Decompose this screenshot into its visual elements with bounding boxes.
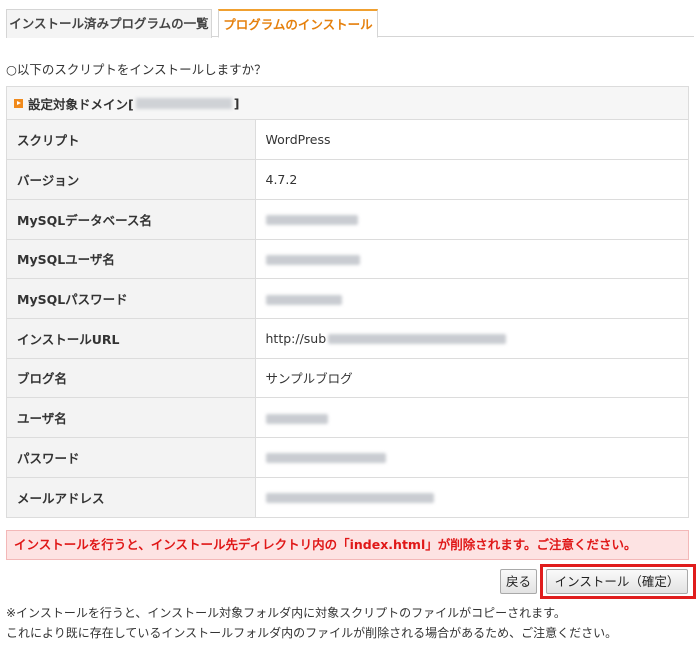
masked-value [265, 215, 358, 226]
table-row: バージョン 4.7.2 [7, 159, 688, 200]
row-value-script: WordPress [255, 120, 688, 161]
table-row: ブログ名 サンプルブログ [7, 358, 688, 399]
domain-label-prefix: 設定対象ドメイン[ [28, 96, 134, 112]
masked-value [265, 294, 342, 305]
row-label-password: パスワード [7, 437, 256, 478]
table-row: スクリプト WordPress [7, 120, 688, 161]
note-line-1: ※インストールを行うと、インストール対象フォルダ内に対象スクリプトのファイルがコ… [6, 606, 566, 620]
tab-bar: インストール済みプログラムの一覧 プログラムのインストール [6, 9, 694, 38]
settings-table: スクリプト WordPress バージョン 4.7.2 MySQLデータベース名… [7, 120, 688, 517]
tab-installed-programs[interactable]: インストール済みプログラムの一覧 [6, 9, 212, 38]
row-label-version: バージョン [7, 159, 256, 200]
masked-value [265, 493, 434, 504]
masked-value [265, 453, 386, 464]
table-row: パスワード [7, 437, 688, 478]
back-button[interactable]: 戻る [500, 569, 537, 594]
table-row: MySQLユーザ名 [7, 239, 688, 280]
install-confirm-button[interactable]: インストール（確定） [546, 569, 688, 594]
row-value-db-user [255, 239, 688, 280]
row-label-db-password: MySQLパスワード [7, 278, 256, 319]
row-label-install-url: インストールURL [7, 318, 256, 359]
table-row: MySQLパスワード [7, 278, 688, 319]
masked-value [328, 334, 507, 345]
row-label-db-name: MySQLデータベース名 [7, 199, 256, 240]
row-value-password [255, 437, 688, 478]
table-row: インストールURL http://sub [7, 318, 688, 359]
row-value-db-password [255, 278, 688, 319]
warning-message: インストールを行うと、インストール先ディレクトリ内の「index.html」が削… [6, 530, 689, 560]
row-value-version: 4.7.2 [255, 159, 688, 200]
masked-domain [135, 97, 232, 109]
row-label-blog-name: ブログ名 [7, 358, 256, 399]
domain-label-suffix: ] [233, 95, 240, 111]
row-label-db-user: MySQLユーザ名 [7, 239, 256, 280]
table-row: ユーザ名 [7, 397, 688, 438]
confirm-question: ○以下のスクリプトをインストールしますか？ [6, 62, 267, 77]
row-value-email [255, 477, 688, 517]
install-url-text: http://sub [265, 330, 327, 346]
table-row: MySQLデータベース名 [7, 199, 688, 240]
tab-install-program[interactable]: プログラムのインストール [218, 9, 378, 38]
row-value-username [255, 397, 688, 438]
row-label-email: メールアドレス [7, 477, 256, 517]
row-value-db-name [255, 199, 688, 240]
arrow-right-icon [14, 98, 23, 108]
table-row: メールアドレス [7, 477, 688, 517]
row-label-script: スクリプト [7, 120, 256, 161]
panel-header: 設定対象ドメイン[ ] [7, 87, 688, 120]
masked-value [265, 413, 328, 424]
note-line-2: これにより既に存在しているインストールフォルダ内のファイルが削除される場合がある… [6, 626, 618, 640]
row-value-install-url: http://sub [255, 318, 688, 359]
row-value-blog-name: サンプルブログ [255, 358, 688, 399]
settings-panel: 設定対象ドメイン[ ] スクリプト WordPress バージョン 4.7.2 … [6, 86, 689, 518]
row-label-username: ユーザ名 [7, 397, 256, 438]
masked-value [265, 254, 360, 265]
